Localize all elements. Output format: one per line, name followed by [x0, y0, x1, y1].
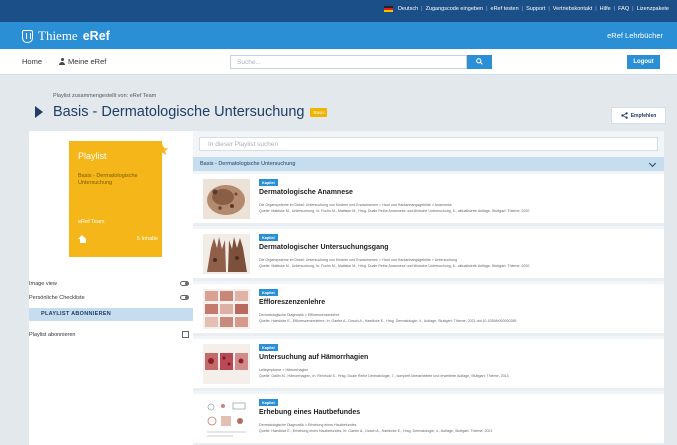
util-link-support[interactable]: Support: [526, 6, 545, 12]
search-icon: [476, 58, 483, 65]
item-path: Leitsymptome > Hämorrhagien: [259, 368, 309, 372]
item-path: Dermatologische Diagnostik > Erhebung ei…: [259, 423, 357, 427]
util-link-test[interactable]: eRef testen: [491, 6, 519, 12]
card-author: eRef Team: [78, 219, 105, 225]
toggle-icon[interactable]: [180, 295, 189, 300]
item-path: Dermatologische Diagnostik > Effloreszen…: [259, 313, 340, 317]
utility-links: Deutsch | Zugangscode eingeben | eRef te…: [383, 6, 669, 12]
nav-bar: Home Meine eRef Suche... Logout: [0, 49, 677, 75]
thieme-eref-logo[interactable]: Thieme eRef: [22, 28, 110, 44]
basis-badge: Basis: [310, 107, 328, 117]
util-link-licenses[interactable]: Lizenzpakete: [637, 6, 669, 12]
item-thumbnail: [203, 234, 250, 274]
item-source: Quelle: Gallin M., Hämorrhagien, In: Rei…: [259, 374, 509, 378]
play-icon[interactable]: [35, 106, 43, 118]
page-title: Basis - Dermatologische Untersuchung: [53, 104, 305, 120]
item-source: Quelle: Mattiske M., Untersuchung, In: F…: [259, 264, 530, 268]
german-flag-icon: [383, 6, 393, 12]
item-title[interactable]: Untersuchung auf Hämorrhagien: [259, 354, 368, 361]
util-link-faq[interactable]: FAQ: [618, 6, 629, 12]
playlist-card[interactable]: Playlist Basis - Dermatologische Untersu…: [69, 141, 162, 257]
lang-link[interactable]: Deutsch: [398, 6, 418, 12]
compiled-by-text: Playlist zusammengestellt von: eRef Team: [53, 93, 157, 99]
list-item[interactable]: Kapitel Dermatologischer Untersuchungsga…: [193, 229, 664, 281]
item-title[interactable]: Dermatologischer Untersuchungsgang: [259, 244, 389, 251]
util-link-code[interactable]: Zugangscode eingeben: [426, 6, 484, 12]
item-thumbnail: [203, 179, 250, 219]
star-icon[interactable]: ★: [156, 143, 169, 158]
user-icon: [59, 58, 65, 65]
card-footer: 5 Inhalte: [78, 235, 158, 243]
kapitel-badge: Kapitel: [259, 399, 278, 406]
share-button[interactable]: Empfehlen: [611, 107, 666, 124]
item-source: Quelle: Haedicke E., Effloreszenzenlehre…: [259, 319, 517, 323]
kapitel-badge: Kapitel: [259, 179, 278, 186]
list-item[interactable]: Kapitel Dermatologische Anamnese Die Org…: [193, 174, 664, 226]
item-path: Die Organsysteme im Detail: Untersuchung…: [259, 258, 458, 262]
subscribe-checkbox[interactable]: [182, 331, 189, 338]
item-title[interactable]: Dermatologische Anamnese: [259, 189, 353, 196]
sidebar: Playlist Basis - Dermatologische Untersu…: [29, 131, 193, 445]
home-icon: [78, 235, 87, 243]
item-thumbnail: [203, 289, 250, 329]
card-subtitle: Basis - Dermatologische Untersuchung: [78, 173, 138, 187]
nav-meine-eref-link[interactable]: Meine eRef: [59, 57, 106, 66]
kapitel-badge: Kapitel: [259, 234, 278, 241]
search-input[interactable]: Suche...: [230, 55, 467, 69]
list-item[interactable]: Kapitel Untersuchung auf Hämorrhagien Le…: [193, 339, 664, 391]
util-link-sales[interactable]: Vertriebskontakt: [553, 6, 592, 12]
search-button[interactable]: [467, 55, 492, 69]
item-source: Quelle: Mattiske M., Untersuchung, In: F…: [259, 209, 530, 213]
item-path: Die Organsysteme im Detail: Untersuchung…: [259, 203, 452, 207]
subscribe-row[interactable]: Playlist abonnieren: [29, 329, 193, 340]
checklist-toggle[interactable]: Persönliche Checkliste: [29, 292, 193, 303]
playlist-content: In dieser Playlist suchen Basis - Dermat…: [193, 131, 664, 445]
kapitel-badge: Kapitel: [259, 344, 278, 351]
item-thumbnail: [203, 399, 250, 439]
item-title[interactable]: Effloreszenzenlehre: [259, 299, 325, 306]
kapitel-badge: Kapitel: [259, 289, 278, 296]
card-title: Playlist: [78, 151, 107, 161]
subscribe-heading: PLAYLIST ABONNIEREN: [29, 308, 193, 321]
section-header[interactable]: Basis - Dermatologische Untersuchung: [193, 157, 664, 171]
share-icon: [620, 112, 628, 119]
list-item[interactable]: Kapitel Erhebung eines Hautbefundes Derm…: [193, 394, 664, 445]
brand-bar: Thieme eRef eRef Lehrbücher: [0, 22, 677, 49]
eref-lehrbuecher-link[interactable]: eRef Lehrbücher: [607, 31, 663, 40]
image-view-toggle[interactable]: Image view: [29, 278, 193, 289]
thieme-logo-icon: [22, 29, 33, 43]
logout-button[interactable]: Logout: [627, 55, 660, 69]
list-item[interactable]: Kapitel Effloreszenzenlehre Dermatologis…: [193, 284, 664, 336]
item-source: Quelle: Haedicke E., Erhebung eines Haut…: [259, 429, 493, 433]
nav-home-link[interactable]: Home: [22, 57, 42, 66]
item-title[interactable]: Erhebung eines Hautbefundes: [259, 409, 360, 416]
util-link-help[interactable]: Hilfe: [600, 6, 611, 12]
chevron-down-icon[interactable]: [648, 159, 657, 168]
utility-bar: Deutsch | Zugangscode eingeben | eRef te…: [0, 0, 677, 22]
toggle-icon[interactable]: [180, 281, 189, 286]
page-title-row: Basis - Dermatologische Untersuchung Bas…: [35, 104, 328, 120]
playlist-search-input[interactable]: In dieser Playlist suchen: [199, 137, 658, 151]
card-count: 5 Inhalte: [136, 236, 158, 242]
item-thumbnail: [203, 344, 250, 384]
